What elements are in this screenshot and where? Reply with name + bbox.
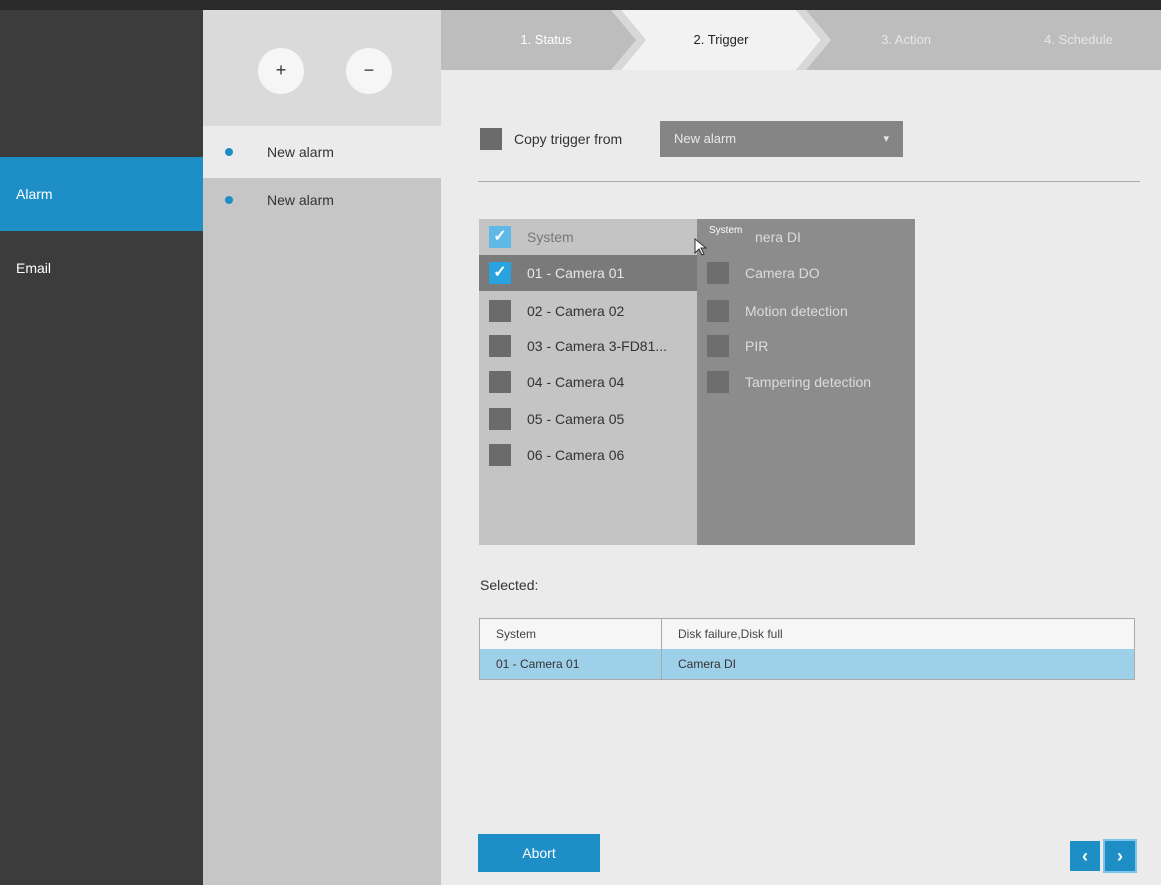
source-checkbox[interactable] bbox=[489, 300, 511, 322]
tab-status[interactable]: 1. Status bbox=[471, 10, 621, 70]
event-label: Tampering detection bbox=[745, 374, 872, 390]
source-label: 04 - Camera 04 bbox=[527, 374, 625, 390]
event-label: nera DI bbox=[755, 229, 801, 245]
table-cell[interactable]: 01 - Camera 01 bbox=[480, 649, 662, 679]
tab-trigger[interactable]: 2. Trigger bbox=[646, 10, 796, 70]
table-cell: System bbox=[480, 619, 662, 649]
wizard-steps: 1. Status 2. Trigger 3. Action 4. Schedu… bbox=[441, 10, 1161, 70]
copy-trigger-value: New alarm bbox=[674, 131, 737, 146]
previous-button[interactable]: ‹ bbox=[1070, 841, 1100, 871]
source-row[interactable]: 04 - Camera 04 bbox=[479, 364, 697, 400]
selected-heading: Selected: bbox=[480, 577, 539, 593]
selected-table: System Disk failure,Disk full 01 - Camer… bbox=[479, 618, 1135, 680]
event-row[interactable]: Motion detection bbox=[697, 293, 915, 329]
event-header-row[interactable]: System nera DI bbox=[697, 219, 915, 255]
alarm-name: New alarm bbox=[267, 192, 334, 208]
event-label: PIR bbox=[745, 338, 769, 354]
tab-action[interactable]: 3. Action bbox=[831, 10, 981, 70]
select-all-checkbox[interactable]: ✓ bbox=[489, 226, 511, 248]
alarm-list-item[interactable]: New alarm bbox=[203, 126, 441, 178]
next-button[interactable]: › bbox=[1103, 839, 1137, 873]
source-row[interactable]: 06 - Camera 06 bbox=[479, 437, 697, 473]
event-row[interactable]: Camera DO bbox=[697, 255, 915, 291]
event-checkbox[interactable] bbox=[707, 335, 729, 357]
event-row[interactable]: PIR bbox=[697, 328, 915, 364]
source-row[interactable]: ✓ 01 - Camera 01 bbox=[479, 255, 697, 291]
top-bar bbox=[0, 0, 1161, 10]
status-dot-icon bbox=[225, 148, 233, 156]
nav-item-alarm[interactable]: Alarm bbox=[0, 157, 203, 231]
source-checkbox[interactable]: ✓ bbox=[489, 262, 511, 284]
abort-button[interactable]: Abort bbox=[478, 834, 600, 872]
copy-trigger-select[interactable]: New alarm ▾ bbox=[660, 121, 903, 157]
table-cell[interactable]: Camera DI bbox=[662, 649, 1134, 679]
tooltip: System bbox=[709, 225, 743, 236]
copy-trigger-label: Copy trigger from bbox=[514, 131, 623, 147]
source-label: 05 - Camera 05 bbox=[527, 411, 625, 427]
source-checkbox[interactable] bbox=[489, 335, 511, 357]
event-row[interactable]: Tampering detection bbox=[697, 364, 915, 400]
add-alarm-button[interactable]: + bbox=[258, 48, 304, 94]
event-checkbox[interactable] bbox=[707, 262, 729, 284]
source-label: 06 - Camera 06 bbox=[527, 447, 625, 463]
alarm-list-toolbar bbox=[203, 0, 441, 127]
source-header-row[interactable]: ✓ System bbox=[479, 219, 697, 255]
event-checkbox[interactable] bbox=[707, 371, 729, 393]
chevron-down-icon: ▾ bbox=[883, 133, 889, 145]
remove-alarm-button[interactable]: − bbox=[346, 48, 392, 94]
source-label: 03 - Camera 3-FD81... bbox=[527, 338, 668, 354]
alarm-name: New alarm bbox=[267, 144, 334, 160]
status-dot-icon bbox=[225, 196, 233, 204]
event-checkbox[interactable] bbox=[707, 300, 729, 322]
left-nav bbox=[0, 0, 203, 885]
divider bbox=[478, 181, 1140, 182]
source-header-label: System bbox=[527, 229, 574, 245]
tab-schedule[interactable]: 4. Schedule bbox=[996, 10, 1161, 70]
source-row[interactable]: 05 - Camera 05 bbox=[479, 401, 697, 437]
mouse-cursor-icon bbox=[694, 238, 708, 256]
source-row[interactable]: 03 - Camera 3-FD81... bbox=[479, 328, 697, 364]
event-label: Motion detection bbox=[745, 303, 848, 319]
source-label: 02 - Camera 02 bbox=[527, 303, 625, 319]
source-row[interactable]: 02 - Camera 02 bbox=[479, 293, 697, 329]
source-checkbox[interactable] bbox=[489, 371, 511, 393]
alarm-list-item[interactable]: New alarm bbox=[203, 174, 441, 226]
source-checkbox[interactable] bbox=[489, 408, 511, 430]
table-cell: Disk failure,Disk full bbox=[662, 619, 1134, 649]
source-checkbox[interactable] bbox=[489, 444, 511, 466]
nav-item-email[interactable]: Email bbox=[0, 231, 203, 305]
event-label: Camera DO bbox=[745, 265, 820, 281]
source-label: 01 - Camera 01 bbox=[527, 265, 625, 281]
copy-trigger-checkbox[interactable] bbox=[480, 128, 502, 150]
